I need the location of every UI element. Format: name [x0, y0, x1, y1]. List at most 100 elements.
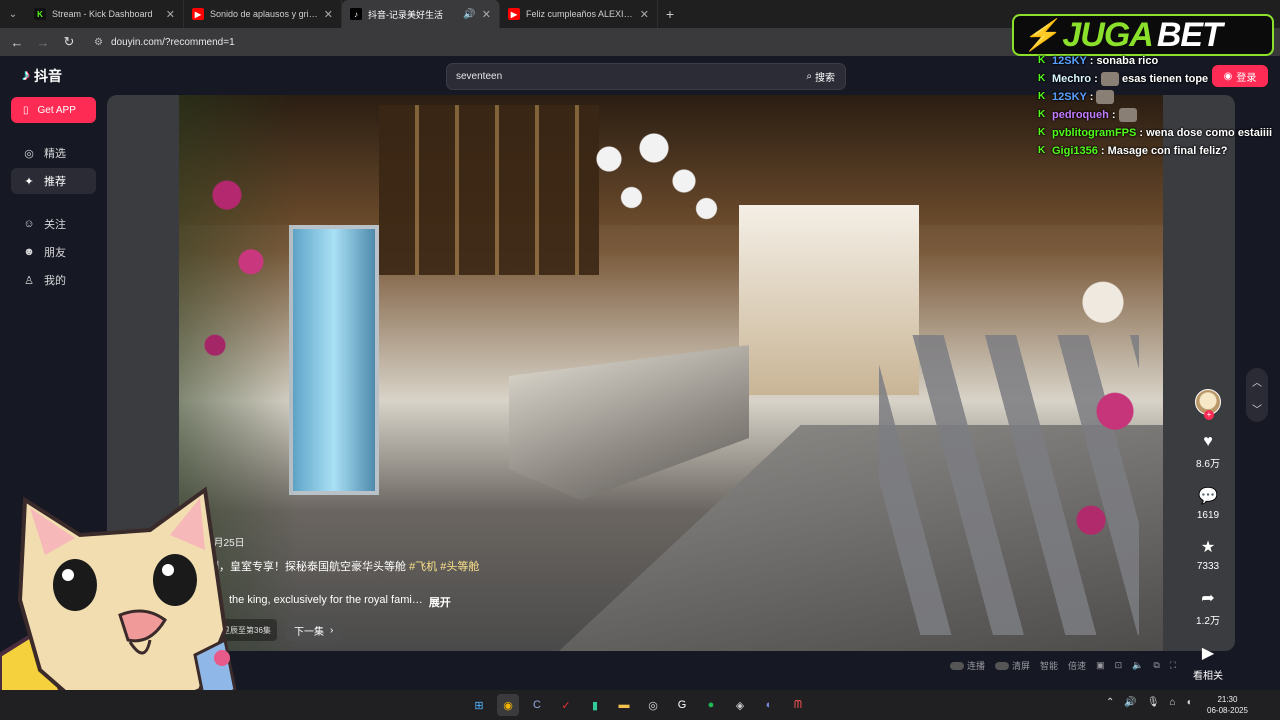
lightning-icon: ⚡ — [1022, 18, 1059, 52]
emote-icon — [1096, 90, 1115, 105]
hashtag[interactable]: #飞机 — [409, 561, 437, 573]
chat-message: K Mechro : esas tienen tope — [1038, 70, 1274, 88]
comment-action[interactable]: 💬 1619 — [1197, 488, 1219, 521]
reload-button[interactable]: ↻ — [58, 31, 80, 53]
app-red-icon[interactable]: ᗰ — [787, 694, 809, 716]
kick-badge-icon: K — [1038, 91, 1046, 102]
expand-link[interactable]: 展开 — [429, 594, 451, 610]
douyin-icon: ♪ — [350, 8, 362, 20]
webfullscreen-icon[interactable]: ⧉ — [1153, 660, 1159, 671]
tab-search-icon[interactable]: ⌄ — [0, 0, 26, 28]
tab-kick-dashboard[interactable]: K Stream - Kick Dashboard ✕ — [26, 0, 184, 28]
kick-badge-icon: K — [1038, 73, 1046, 84]
spotify-icon[interactable]: ● — [700, 694, 722, 716]
player-controls: 连播 清屏 智能 倍速 ▣ ⊡ 🔈 ⧉ ⛶ — [950, 656, 1176, 674]
chevron-up-icon[interactable]: ︿ — [1252, 374, 1262, 389]
close-tab-icon[interactable]: ✕ — [482, 8, 491, 21]
sparkle-icon: ✦ — [24, 175, 34, 188]
back-button[interactable]: ← — [6, 31, 28, 53]
chevron-down-icon[interactable]: ﹀ — [1252, 401, 1262, 416]
douyin-logo[interactable]: ♪ 抖音 — [22, 66, 62, 86]
screen: ⌄ K Stream - Kick Dashboard ✕ ▶ Sonido d… — [0, 0, 1280, 720]
share-icon: ➦ — [1201, 590, 1215, 607]
play-related-icon: ▶ — [1201, 645, 1215, 662]
favorite-action[interactable]: ★ 7333 — [1197, 539, 1219, 572]
kick-badge-icon: K — [1038, 127, 1046, 138]
tab-aplausos[interactable]: ▶ Sonido de aplausos y gritos ✕ — [184, 0, 342, 28]
emote-icon — [1118, 108, 1137, 123]
friends-icon: ☻ — [23, 246, 35, 258]
sidebar-item-me[interactable]: ♙ 我的 — [11, 267, 96, 293]
chat-message: K pvblitogramFPS : wena dose como estaii… — [1038, 124, 1274, 142]
author-avatar[interactable]: + — [1195, 389, 1221, 420]
get-app-button[interactable]: ▯ Get APP — [11, 97, 96, 123]
like-action[interactable]: ♥ 8.6万 — [1196, 433, 1220, 470]
chat-message: K Gigi1356 : Masage con final feliz? — [1038, 142, 1274, 160]
related-action[interactable]: ▶ 看相关 — [1193, 645, 1223, 682]
search-icon: ⌕ — [806, 71, 812, 82]
hashtag[interactable]: #头等舱 — [440, 561, 479, 573]
douyin-note-icon: ♪ — [22, 67, 30, 84]
sidebar-item-friends[interactable]: ☻ 朋友 — [11, 239, 96, 265]
start-icon[interactable]: ⊞ — [468, 694, 490, 716]
speed-button[interactable]: 倍速 — [1068, 659, 1086, 672]
follow-icon: ☺ — [23, 218, 35, 230]
bookmark-app-icon[interactable]: ▮ — [584, 694, 606, 716]
app-icon[interactable]: ✓ — [555, 694, 577, 716]
chevron-up-icon[interactable]: ⌃ — [1106, 697, 1114, 708]
comment-icon: 💬 — [1198, 488, 1218, 505]
kick-badge-icon: K — [1038, 145, 1046, 156]
heart-icon: ♥ — [1203, 433, 1213, 450]
capcut-icon[interactable]: G — [671, 694, 693, 716]
action-rail: + ♥ 8.6万 💬 1619 ★ 7333 ➦ 1.2万 ▶ 看相关 ••• — [1186, 389, 1230, 706]
fullscreen-icon[interactable]: ⛶ — [1170, 660, 1176, 671]
autoplay-toggle[interactable]: 连播 — [950, 659, 985, 672]
pip-icon[interactable]: ▣ — [1096, 660, 1105, 671]
kick-badge-icon: K — [1038, 109, 1046, 120]
tab-cumpleanos[interactable]: ▶ Feliz cumpleaños ALEXIS con M ✕ — [500, 0, 658, 28]
steam-icon[interactable]: ◈ — [729, 694, 751, 716]
search-button[interactable]: ⌕ 搜索 — [806, 69, 845, 84]
new-tab-button[interactable]: + — [658, 6, 682, 22]
chat-message: K 12SKY : sonaba rico — [1038, 52, 1274, 70]
kick-badge-icon: K — [1038, 55, 1046, 66]
youtube-icon: ▶ — [192, 8, 204, 20]
sidebar-item-recommend[interactable]: ✦ 推荐 — [11, 168, 96, 194]
search-input[interactable] — [447, 71, 807, 82]
url-field[interactable]: ⚙ douyin.com/?recommend=1 — [88, 31, 235, 53]
folder-icon[interactable]: ▬ — [613, 694, 635, 716]
site-info-icon[interactable]: ⚙ — [94, 37, 103, 48]
close-tab-icon[interactable]: ✕ — [324, 8, 333, 21]
taskbar-apps: ⊞ ◉ C ✓ ▮ ▬ ◎ G ● ◈ ◐ ᗰ — [468, 694, 809, 716]
close-tab-icon[interactable]: ✕ — [640, 8, 649, 21]
phone-icon: ▯ — [23, 104, 29, 116]
network-icon[interactable]: ⌂ — [1170, 697, 1176, 708]
compass-icon: ◎ — [24, 147, 34, 160]
tab-douyin[interactable]: ♪ 抖音-记录美好生活 🔊 ✕ — [342, 0, 500, 28]
ccleaner-icon[interactable]: C — [526, 694, 548, 716]
speaker-icon[interactable]: ◖ — [1186, 697, 1192, 708]
clear-screen-toggle[interactable]: 清屏 — [995, 659, 1030, 672]
sidebar-item-follow[interactable]: ☺ 关注 — [11, 211, 96, 237]
next-episode-button[interactable]: 下一集 › — [286, 619, 342, 641]
subtitle-icon[interactable]: ⊡ — [1115, 660, 1123, 671]
discord-icon[interactable]: ◐ — [758, 694, 780, 716]
chrome-icon[interactable]: ◉ — [497, 694, 519, 716]
volume-icon[interactable]: 🔈 — [1132, 660, 1143, 671]
obs-icon[interactable]: ◎ — [642, 694, 664, 716]
close-tab-icon[interactable]: ✕ — [166, 8, 175, 21]
chat-message: K pedroqueh : — [1038, 106, 1274, 124]
share-action[interactable]: ➦ 1.2万 — [1196, 590, 1220, 627]
forward-button[interactable]: → — [32, 31, 54, 53]
chevron-right-icon: › — [330, 624, 334, 636]
follow-plus-icon[interactable]: + — [1204, 410, 1214, 420]
windows-taskbar: ⊞ ◉ C ✓ ▮ ▬ ◎ G ● ◈ ◐ ᗰ ⌃ 🔊 🎙 ⌂ ◖ 21:30 … — [0, 690, 1280, 720]
sidebar-item-featured[interactable]: ◎ 精选 — [11, 140, 96, 166]
taskbar-clock[interactable]: 21:30 06-08-2025 — [1207, 694, 1248, 716]
smart-button[interactable]: 智能 — [1040, 659, 1058, 672]
video-nav-arrows: ︿ ﹀ — [1246, 368, 1268, 422]
volume-icon[interactable]: 🔊 — [1124, 697, 1136, 708]
stream-chat-overlay: K 12SKY : sonaba rico K Mechro : esas ti… — [1038, 52, 1274, 160]
mic-icon[interactable]: 🎙 — [1147, 697, 1160, 708]
speaker-icon[interactable]: 🔊 — [463, 9, 475, 20]
